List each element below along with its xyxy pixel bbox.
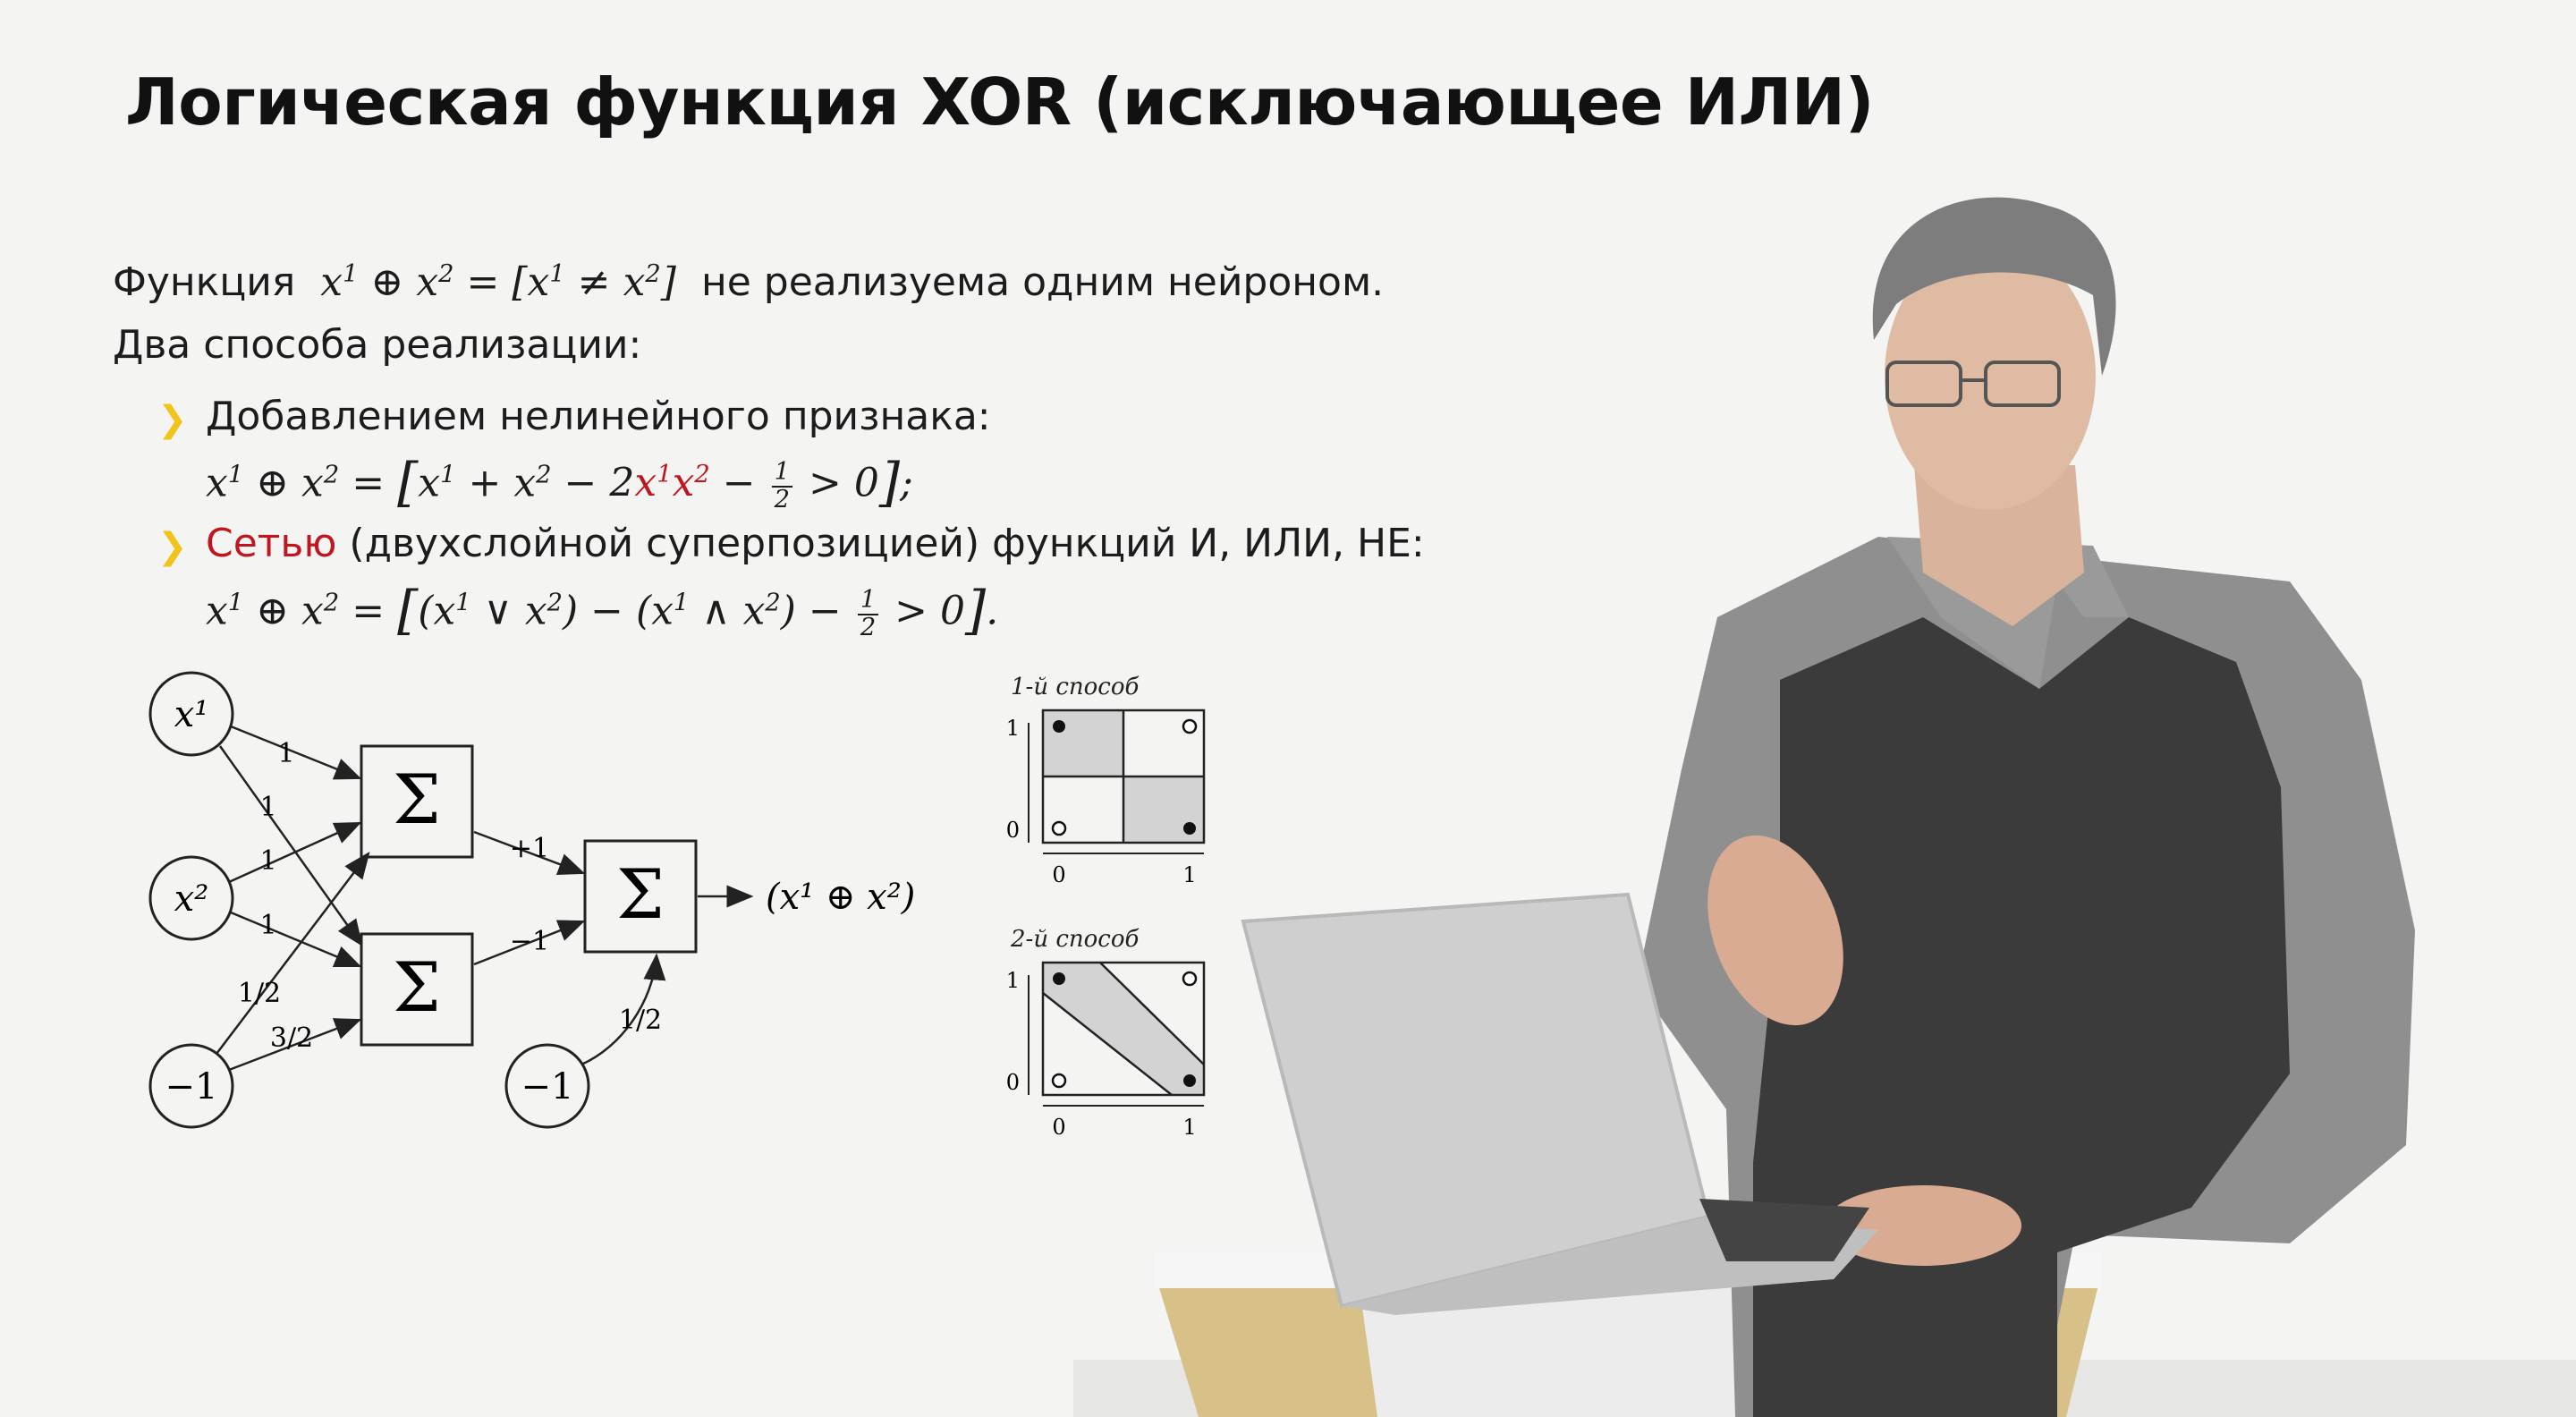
plot1-region-top-left (1043, 710, 1123, 776)
intro-line: Функция x1 ⊕ x2 = [x1 ≠ x2] не реализуем… (113, 259, 1384, 305)
bullet-marker-2: ❯ (157, 526, 188, 567)
plot1-point-11 (1182, 718, 1198, 734)
plot1-xtick-1: 1 (1182, 862, 1196, 887)
intro-prefix: Функция (113, 259, 296, 305)
weight-x2-s1: 1 (259, 845, 276, 877)
bias-node-1-label: −1 (165, 1066, 218, 1107)
bullet2-text: Сетью (двухслойной суперпозицией) функци… (206, 521, 1425, 566)
bullet2-formula: x1 ⊕ x2 = [(x1 ∨ x2) − (x1 ∧ x2) − 12 > … (206, 580, 999, 641)
network-diagram: x¹ x² −1 −1 Σ Σ Σ 1 1 1 1 1/2 3/2 +1 −1 … (148, 671, 915, 1129)
bullet1-text: Добавлением нелинейного признака: (206, 394, 991, 439)
plot2-point-11 (1182, 971, 1198, 987)
weight-x1-s1: 1 (277, 738, 294, 769)
input-node-x1-label: x¹ (174, 694, 209, 735)
edge-x1-s2 (218, 745, 363, 947)
plot-method-2: 2-й способ 1 0 0 1 (1006, 926, 1206, 1140)
weight-s2-out: −1 (510, 926, 549, 957)
plot1-xtick-0: 0 (1052, 862, 1065, 887)
plot1-title: 1-й способ (1011, 674, 1140, 700)
bullet1-formula: x1 ⊕ x2 = [x1 + x2 − 2x1x2 − 12 > 0]; (206, 452, 913, 513)
plot2-point-00 (1051, 1073, 1067, 1089)
plot1-ytick-0: 0 (1006, 818, 1020, 843)
edge-x2-s2 (230, 911, 362, 968)
sum-neuron-2-symbol: Σ (393, 947, 441, 1027)
plot1-point-00 (1051, 820, 1067, 836)
plot1-ytick-1: 1 (1006, 716, 1020, 741)
slide-title: Логическая функция XOR (исключающее ИЛИ) (125, 64, 1874, 140)
plot-method-1: 1-й способ 1 0 0 1 (1006, 674, 1206, 887)
bias-node-2-label: −1 (521, 1066, 574, 1107)
bullet2-rest: (двухслойной суперпозицией) функций И, И… (349, 521, 1425, 566)
plot2-point-01 (1053, 972, 1065, 985)
plot2-xtick-1: 1 (1182, 1115, 1196, 1140)
subheading: Два способа реализации: (113, 322, 642, 368)
weight-b-s2: 3/2 (270, 1022, 313, 1054)
weight-b2-out: 1/2 (619, 1005, 662, 1036)
plot2-ytick-1: 1 (1006, 968, 1020, 993)
output-label: (x¹ ⊕ x²) (766, 877, 915, 918)
plot2-point-10 (1183, 1074, 1196, 1087)
weight-x1-s2: 1 (259, 792, 276, 823)
input-node-x2-label: x² (174, 878, 209, 920)
bullet-marker-1: ❯ (157, 399, 188, 440)
plot2-ytick-0: 0 (1006, 1070, 1020, 1095)
plot1-point-01 (1053, 720, 1065, 733)
sum-neuron-out-symbol: Σ (616, 854, 665, 934)
weight-x2-s2: 1 (259, 910, 276, 941)
edge-x2-s1 (228, 821, 362, 884)
plot1-point-10 (1183, 822, 1196, 835)
xor-definition-formula: x1 ⊕ x2 = [x1 ≠ x2] (308, 259, 676, 305)
plot2-xtick-0: 0 (1052, 1115, 1065, 1140)
weight-b-s1: 1/2 (238, 978, 281, 1009)
sum-neuron-1-symbol: Σ (393, 759, 441, 839)
weight-s1-out: +1 (510, 833, 549, 864)
intro-suffix: не реализуема одним нейроном. (700, 259, 1385, 305)
plot2-title: 2-й способ (1010, 926, 1140, 953)
bullet2-highlight: Сетью (206, 521, 337, 566)
edge-x1-s1 (230, 725, 362, 780)
